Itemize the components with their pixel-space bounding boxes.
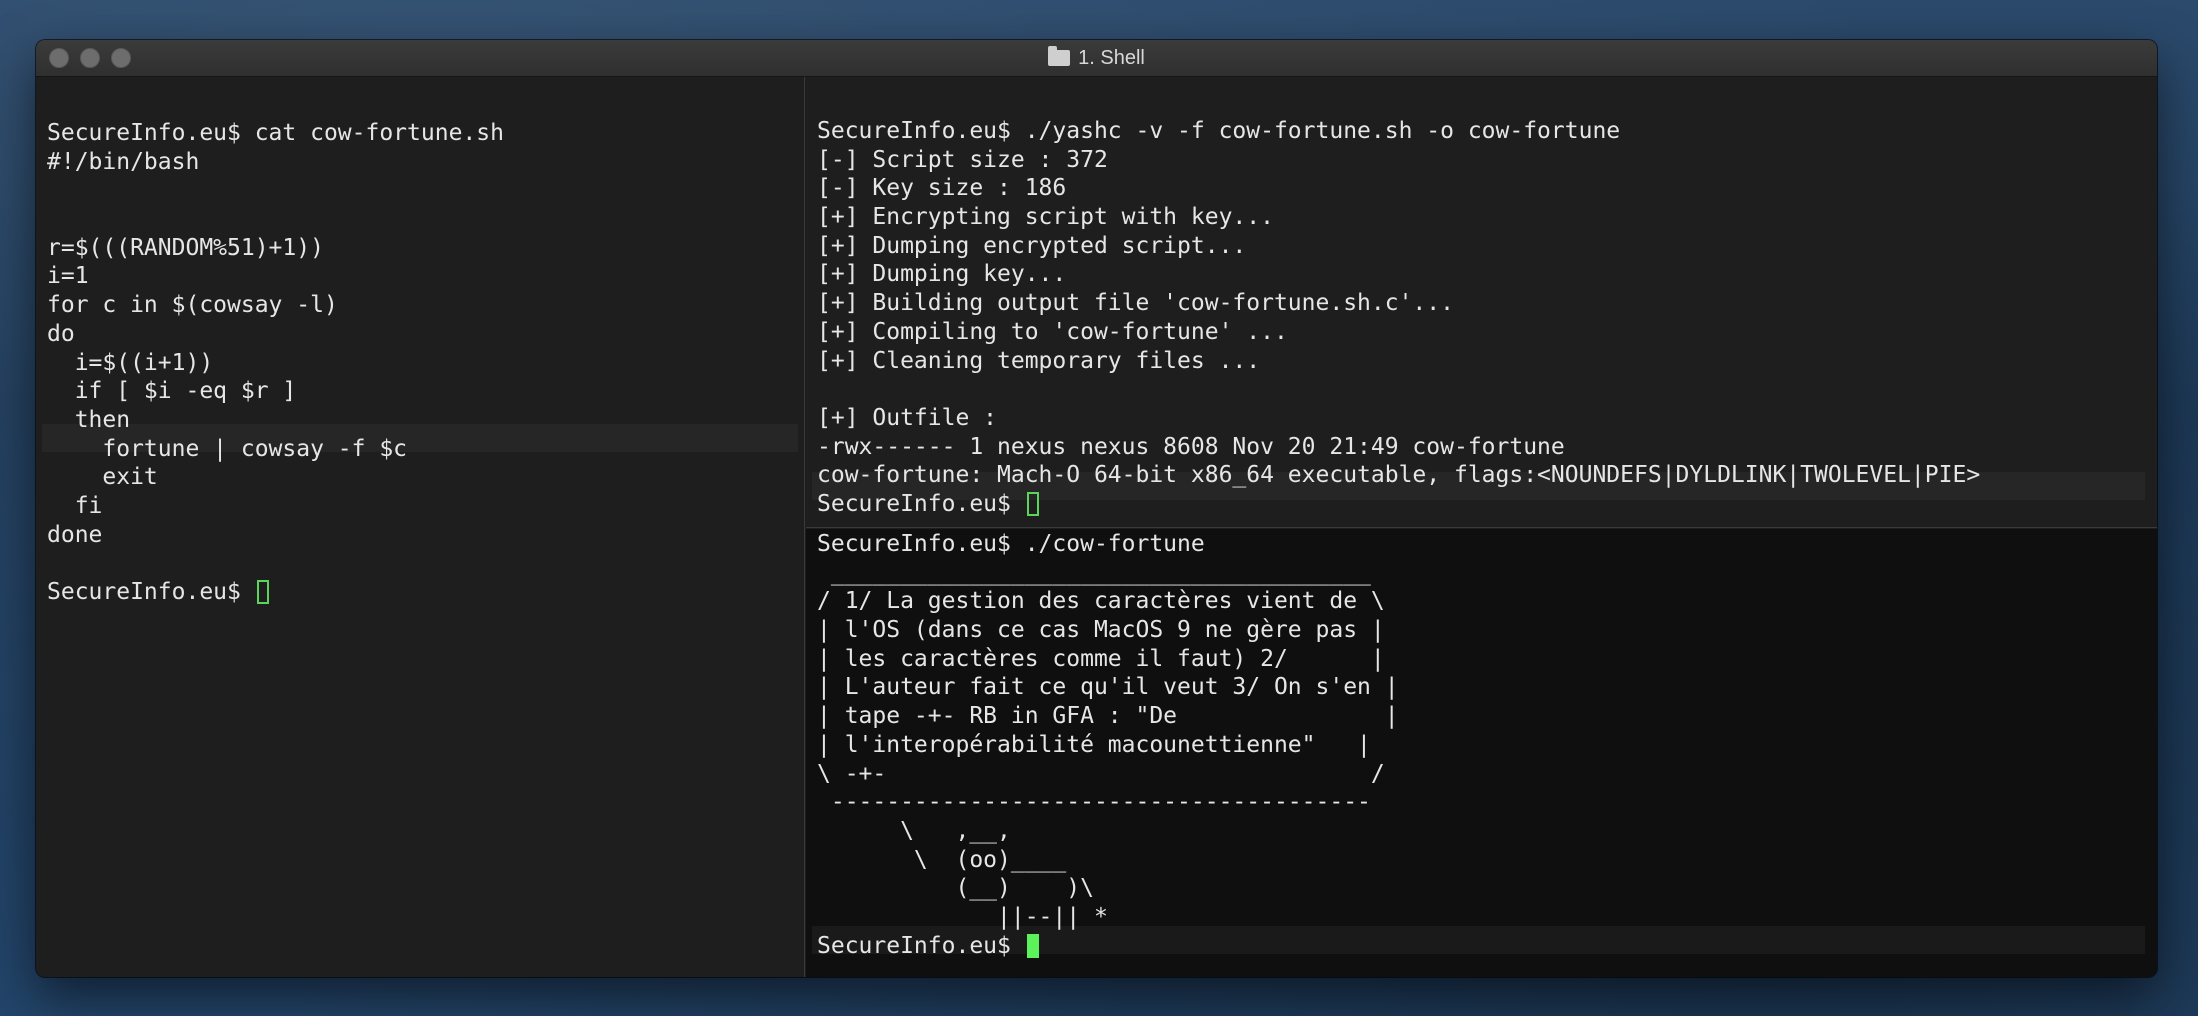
output-line: [-] Key size : 186: [817, 175, 1067, 202]
output-line: | l'interopérabilité macounettienne" |: [817, 731, 1371, 758]
output-line: SecureInfo.eu$ cat cow-fortune.sh: [47, 120, 504, 146]
output-line: [+] Encrypting script with key...: [817, 204, 1274, 231]
prompt-line[interactable]: SecureInfo.eu$: [817, 490, 1980, 519]
output-line: \ (oo)____: [817, 846, 1067, 873]
output-line: [+] Dumping key...: [817, 261, 1067, 288]
output-line: cow-fortune: Mach-O 64-bit x86_64 execut…: [817, 462, 1981, 489]
output-line: | les caractères comme il faut) 2/ |: [817, 645, 1385, 672]
shell-prompt: SecureInfo.eu$: [817, 490, 1025, 517]
output-line: ---------------------------------------: [817, 789, 1371, 816]
title-bar[interactable]: 1. Shell: [36, 40, 2157, 77]
output-line: [+] Dumping encrypted script...: [817, 232, 1247, 259]
output-line: [+] Cleaning temporary files ...: [817, 347, 1261, 374]
output-line: \ ,__,: [817, 817, 1011, 844]
output-line: [+] Building output file 'cow-fortune.sh…: [817, 290, 1454, 317]
output-line: r=$(((RANDOM%51)+1)): [47, 234, 324, 261]
output-line: SecureInfo.eu$ ./yashc -v -f cow-fortune…: [817, 118, 1621, 144]
output-line: do: [47, 320, 75, 347]
window-title-container: 1. Shell: [36, 40, 2157, 76]
terminal-pane-top-right[interactable]: SecureInfo.eu$ ./yashc -v -f cow-fortune…: [806, 77, 2157, 528]
output-line: | L'auteur fait ce qu'il veut 3/ On s'en…: [817, 674, 1399, 701]
folder-icon: [1048, 46, 1071, 66]
output-line: [+] Compiling to 'cow-fortune' ...: [817, 318, 1288, 345]
shell-prompt: SecureInfo.eu$: [817, 932, 1025, 959]
shell-prompt: SecureInfo.eu$: [47, 579, 255, 605]
window-title: 1. Shell: [1078, 46, 1145, 69]
text-cursor: [1026, 491, 1039, 516]
output-line: exit: [47, 464, 158, 491]
output-line: i=1: [47, 263, 89, 290]
output-line: fi: [47, 492, 103, 519]
terminal-output-bottom-right: SecureInfo.eu$ ./cow-fortune ___________…: [817, 530, 1399, 960]
output-line: _______________________________________: [817, 559, 1371, 586]
prompt-line[interactable]: SecureInfo.eu$: [817, 932, 1399, 961]
output-line: / 1/ La gestion des caractères vient de …: [817, 588, 1385, 615]
output-line: i=$((i+1)): [47, 349, 214, 376]
terminal-pane-left[interactable]: SecureInfo.eu$ cat cow-fortune.sh #!/bin/…: [36, 77, 805, 977]
output-line: SecureInfo.eu$ ./cow-fortune: [817, 531, 1205, 557]
output-line: | tape -+- RB in GFA : "De |: [817, 703, 1399, 730]
output-line: for c in $(cowsay -l): [47, 292, 338, 319]
terminal-pane-bottom-right[interactable]: SecureInfo.eu$ ./cow-fortune ___________…: [806, 529, 2157, 977]
output-line: if [ $i -eq $r ]: [47, 378, 297, 405]
output-line: -rwx------ 1 nexus nexus 8608 Nov 20 21:…: [817, 433, 1565, 460]
output-line: [-] Script size : 372: [817, 146, 1108, 173]
text-cursor: [256, 580, 269, 604]
output-line: fortune | cowsay -f $c: [47, 435, 408, 462]
output-line: ||--|| *: [817, 903, 1108, 930]
prompt-line[interactable]: SecureInfo.eu$: [47, 578, 504, 607]
output-line: (__) )\: [817, 875, 1094, 902]
output-line: [+] Outfile :: [817, 404, 998, 431]
text-cursor: [1026, 933, 1039, 958]
output-line: \ -+- /: [817, 760, 1385, 787]
output-line: #!/bin/bash: [47, 148, 200, 175]
output-line: done: [47, 521, 103, 548]
terminal-output-left: SecureInfo.eu$ cat cow-fortune.sh #!/bin/…: [47, 119, 504, 607]
terminal-window: 1. Shell SecureInfo.eu$ cat cow-fortune.…: [36, 40, 2157, 977]
output-line: then: [47, 406, 131, 433]
output-line: | l'OS (dans ce cas MacOS 9 ne gère pas …: [817, 617, 1385, 644]
terminal-output-top-right: SecureInfo.eu$ ./yashc -v -f cow-fortune…: [817, 117, 1980, 519]
